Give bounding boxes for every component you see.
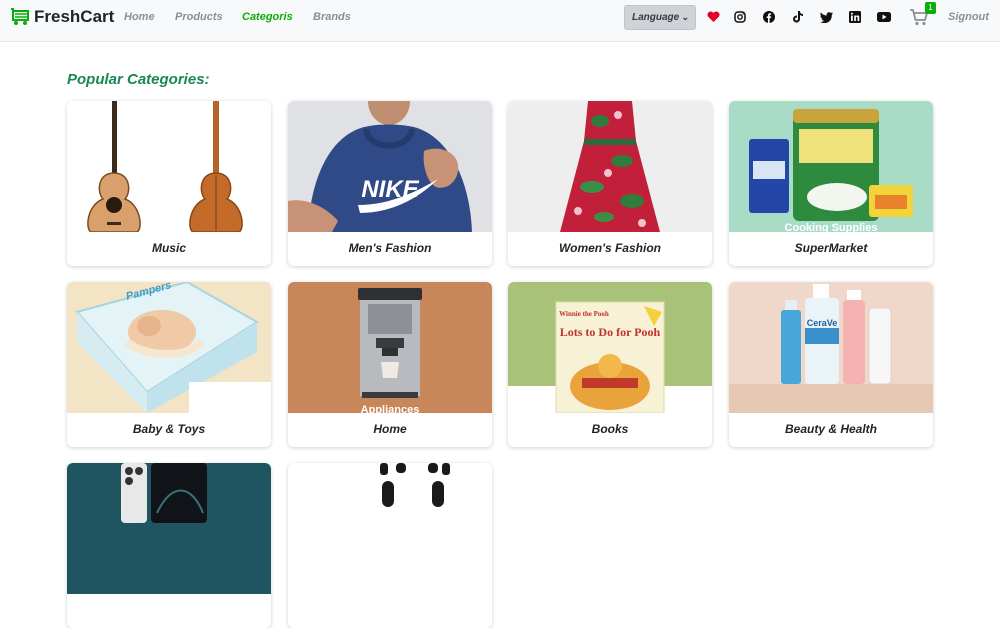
category-image xyxy=(67,101,271,232)
category-name: Books xyxy=(591,422,629,436)
category-image xyxy=(508,101,712,232)
category-name: Beauty & Health xyxy=(784,422,878,436)
category-name: Men's Fashion xyxy=(348,241,432,255)
section-heading: Popular Categories: xyxy=(67,71,210,88)
language-select[interactable]: Language ⌄ xyxy=(624,5,696,30)
category-image: CeraVe xyxy=(729,282,933,413)
category-card-mobiles[interactable] xyxy=(67,463,271,628)
nav-categories[interactable]: Categoris xyxy=(242,11,293,23)
cart-logo-icon xyxy=(11,8,29,25)
category-image xyxy=(288,463,492,594)
cart-count-badge: 1 xyxy=(925,2,936,14)
category-image: NIKE xyxy=(288,101,492,232)
appliances-caption: Appliances xyxy=(361,404,420,413)
category-card-womens-fashion[interactable]: Women's Fashion xyxy=(508,101,712,266)
category-card-beauty-health[interactable]: CeraVe Beauty & Health xyxy=(729,282,933,447)
instagram-icon[interactable] xyxy=(732,9,748,25)
category-card-supermarket[interactable]: Cooking Supplies SuperMarket xyxy=(729,101,933,266)
category-card-books[interactable]: Lots to Do for Pooh Winnie the Pooh Book… xyxy=(508,282,712,447)
category-name: Women's Fashion xyxy=(559,241,661,255)
category-image xyxy=(67,463,271,594)
facebook-icon[interactable] xyxy=(761,9,777,25)
book-title: Lots to Do for Pooh xyxy=(560,325,661,339)
category-card-home[interactable]: Appliances Home xyxy=(288,282,492,447)
nav-home[interactable]: Home xyxy=(124,11,155,23)
category-card-mens-fashion[interactable]: NIKE Men's Fashion xyxy=(288,101,492,266)
category-name: Home xyxy=(373,422,407,436)
category-image: Appliances xyxy=(288,282,492,413)
category-name: Baby & Toys xyxy=(132,422,206,436)
category-image: Pampers xyxy=(67,282,271,413)
heart-icon[interactable] xyxy=(705,9,721,25)
chevron-down-icon: ⌄ xyxy=(681,12,689,22)
brand-logo[interactable]: FreshCart xyxy=(11,7,114,27)
category-image: Lots to Do for Pooh Winnie the Pooh xyxy=(508,282,712,413)
category-name: SuperMarket xyxy=(794,241,868,255)
nav-products[interactable]: Products xyxy=(175,11,223,23)
category-card-baby-toys[interactable]: Pampers Baby & Toys xyxy=(67,282,271,447)
category-image: Cooking Supplies xyxy=(729,101,933,232)
nike-logo-text: NIKE xyxy=(361,176,419,203)
cerave-logo: CeraVe xyxy=(807,318,838,328)
linkedin-icon[interactable] xyxy=(847,9,863,25)
twitter-icon[interactable] xyxy=(818,9,834,25)
brand-name: FreshCart xyxy=(34,7,115,26)
category-name: Music xyxy=(151,241,186,255)
signout-link[interactable]: Signout xyxy=(948,11,989,23)
youtube-icon[interactable] xyxy=(876,9,892,25)
pooh-logo: Winnie the Pooh xyxy=(559,310,609,318)
category-card-music[interactable]: Music xyxy=(67,101,271,266)
nav-brands[interactable]: Brands xyxy=(313,11,351,23)
language-label: Language xyxy=(632,12,680,23)
cooking-caption: Cooking Supplies xyxy=(785,222,878,232)
tiktok-icon[interactable] xyxy=(790,9,806,25)
navbar: FreshCart Home Products Categoris Brands… xyxy=(0,0,1000,42)
category-card-electronics[interactable] xyxy=(288,463,492,628)
